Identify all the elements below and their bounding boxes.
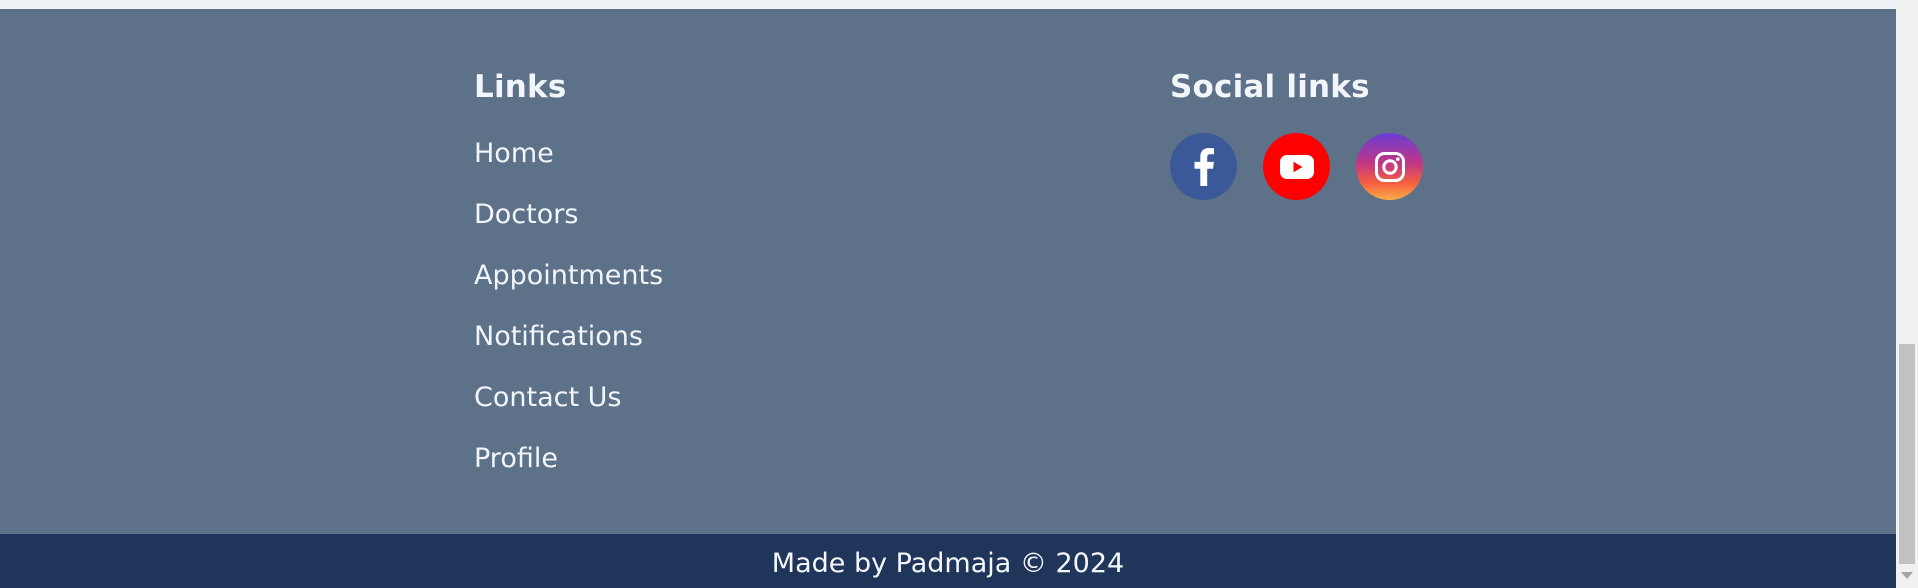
social-heading: Social links: [1170, 69, 1370, 105]
links-heading: Links: [474, 69, 567, 105]
footer-link-contact-us[interactable]: Contact Us: [474, 381, 663, 415]
links-column: Links Home Doctors Appointments Notifica…: [474, 67, 663, 503]
instagram-icon: [1374, 151, 1405, 182]
scrollbar-thumb[interactable]: [1899, 344, 1915, 564]
footer-link-appointments[interactable]: Appointments: [474, 259, 663, 293]
social-column: Social links: [1170, 67, 1449, 200]
scroll-down-arrow-icon[interactable]: [1901, 572, 1913, 579]
page-top-edge: [0, 0, 1896, 9]
footer-link-notifications[interactable]: Notifications: [474, 320, 663, 354]
instagram-button[interactable]: [1356, 133, 1423, 200]
facebook-button[interactable]: [1170, 133, 1237, 200]
links-list: Home Doctors Appointments Notifications …: [474, 137, 663, 476]
footer: Links Home Doctors Appointments Notifica…: [0, 9, 1896, 534]
social-buttons: [1170, 133, 1449, 200]
youtube-button[interactable]: [1263, 133, 1330, 200]
footer-link-home[interactable]: Home: [474, 137, 663, 171]
vertical-scrollbar[interactable]: [1896, 0, 1918, 588]
footer-link-profile[interactable]: Profile: [474, 442, 663, 476]
youtube-icon: [1279, 154, 1314, 179]
facebook-icon: [1194, 147, 1214, 186]
copyright-text: Made by Padmaja © 2024: [771, 548, 1125, 579]
page: Links Home Doctors Appointments Notifica…: [0, 0, 1918, 588]
footer-link-doctors[interactable]: Doctors: [474, 198, 663, 232]
copyright-bar: Made by Padmaja © 2024: [0, 534, 1896, 588]
